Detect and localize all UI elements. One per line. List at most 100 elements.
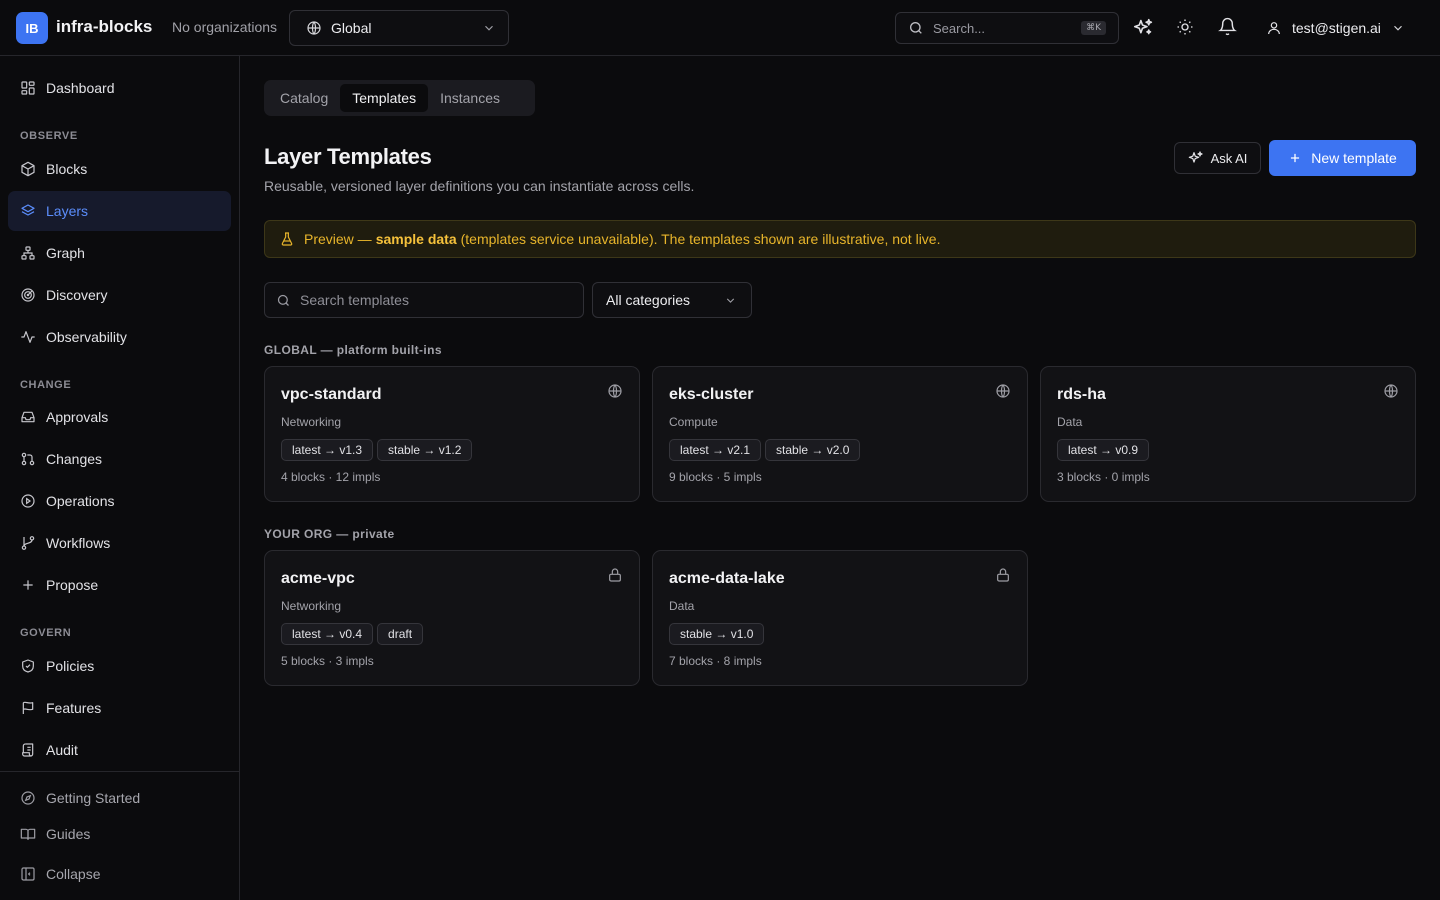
book-open-icon — [20, 826, 36, 842]
tab-templates[interactable]: Templates — [340, 84, 429, 112]
sidebar-item-policies[interactable]: Policies — [8, 646, 231, 686]
sidebar-item-discovery[interactable]: Discovery — [8, 275, 231, 315]
compass-icon — [20, 790, 36, 806]
group-label-global: GLOBAL — platform built-ins — [264, 343, 442, 357]
ask-ai-button[interactable]: Ask AI — [1174, 142, 1261, 174]
bell-icon[interactable] — [1218, 17, 1238, 37]
version-pill: stable → v1.2 — [377, 439, 473, 461]
template-card[interactable]: acme-vpc Networking latest → v0.4 draft … — [264, 550, 640, 686]
chevron-down-icon — [482, 21, 496, 35]
cube-icon — [20, 161, 36, 177]
template-search-input[interactable]: Search templates — [264, 282, 584, 318]
sidebar-item-getting-started[interactable]: Getting Started — [8, 780, 231, 816]
sidebar-item-layers[interactable]: Layers — [8, 191, 231, 231]
theme-sun-icon[interactable] — [1176, 18, 1196, 38]
banner-strong: sample data — [375, 231, 457, 247]
sidebar-item-graph[interactable]: Graph — [8, 233, 231, 273]
version-pills: stable → v1.0 — [669, 623, 765, 645]
sidebar-collapse-button[interactable]: Collapse — [8, 856, 231, 892]
flask-icon — [279, 231, 304, 247]
version-pill: latest → v0.4 — [281, 623, 374, 645]
template-category: Data — [669, 599, 695, 613]
version-pill: stable → v2.0 — [765, 439, 861, 461]
chevron-down-icon — [1391, 21, 1405, 35]
category-select[interactable]: All categories — [592, 282, 752, 318]
tab-instances[interactable]: Instances — [428, 84, 512, 112]
panel-left-icon — [20, 866, 36, 882]
sidebar-item-guides[interactable]: Guides — [8, 816, 231, 852]
search-icon — [908, 20, 924, 36]
new-template-button[interactable]: New template — [1269, 140, 1416, 176]
ai-sparkles-icon[interactable] — [1133, 17, 1153, 37]
sidebar-item-operations[interactable]: Operations — [8, 481, 231, 521]
template-name: acme-vpc — [281, 570, 355, 587]
layers-icon — [20, 203, 36, 219]
sidebar-item-dashboard[interactable]: Dashboard — [8, 68, 231, 108]
scope-select[interactable]: Global — [289, 10, 509, 46]
template-meta: 4 blocks · 12 impls — [281, 470, 381, 484]
sidebar-item-label: Dashboard — [46, 80, 115, 96]
scope-value: Global — [331, 20, 372, 36]
org-status: No organizations — [172, 19, 278, 35]
template-card[interactable]: eks-cluster Compute latest → v2.1 stable… — [652, 366, 1028, 502]
template-meta: 9 blocks · 5 impls — [669, 470, 762, 484]
sidebar-item-features[interactable]: Features — [8, 688, 231, 728]
sidebar-item-changes[interactable]: Changes — [8, 439, 231, 479]
new-template-label: New template — [1311, 150, 1397, 166]
flag-icon — [20, 700, 36, 716]
radar-icon — [20, 287, 36, 303]
search-shortcut: ⌘K — [1081, 21, 1106, 35]
search-icon — [276, 293, 300, 308]
global-search-input[interactable]: Search... ⌘K — [895, 12, 1119, 44]
sidebar-item-label: Layers — [46, 203, 89, 219]
sidebar-item-label: Guides — [46, 826, 91, 842]
sidebar-item-blocks[interactable]: Blocks — [8, 149, 231, 189]
sidebar-item-audit[interactable]: Audit — [8, 730, 231, 770]
preview-banner: Preview — sample data (templates service… — [264, 220, 1416, 258]
view-tabs: Catalog Templates Instances — [264, 80, 535, 116]
template-meta: 7 blocks · 8 impls — [669, 654, 762, 668]
globe-icon — [306, 20, 322, 36]
section-label-observe: OBSERVE — [20, 130, 78, 142]
lock-icon — [607, 567, 623, 583]
inbox-icon — [20, 409, 36, 425]
banner-suffix: (templates service unavailable). The tem… — [460, 231, 941, 247]
logo-badge[interactable]: IB — [16, 12, 48, 44]
git-pull-request-icon — [20, 451, 36, 467]
version-pills: latest → v1.3 stable → v1.2 — [281, 439, 473, 461]
sidebar-item-label: Approvals — [46, 409, 109, 425]
sidebar-item-propose[interactable]: Propose — [8, 565, 231, 605]
template-card[interactable]: rds-ha Data latest → v0.9 3 blocks · 0 i… — [1040, 366, 1416, 502]
template-card[interactable]: vpc-standard Networking latest → v1.3 st… — [264, 366, 640, 502]
sidebar-item-label: Propose — [46, 577, 99, 593]
app-name[interactable]: infra-blocks — [56, 17, 152, 37]
sidebar-item-approvals[interactable]: Approvals — [8, 397, 231, 437]
user-email: test@stigen.ai — [1292, 20, 1381, 36]
sidebar-item-observability[interactable]: Observability — [8, 317, 231, 357]
sidebar-item-workflows[interactable]: Workflows — [8, 523, 231, 563]
sidebar-item-label: Audit — [46, 742, 78, 758]
sparkles-icon — [1188, 150, 1211, 166]
search-placeholder: Search... — [933, 20, 986, 36]
template-search-placeholder: Search templates — [300, 292, 409, 308]
ask-ai-label: Ask AI — [1210, 150, 1248, 166]
plus-icon — [1288, 151, 1311, 165]
section-label-change: CHANGE — [20, 379, 72, 391]
play-circle-icon — [20, 493, 36, 509]
sidebar-item-label: Workflows — [46, 535, 111, 551]
sidebar-item-label: Discovery — [46, 287, 108, 303]
template-card[interactable]: acme-data-lake Data stable → v1.0 7 bloc… — [652, 550, 1028, 686]
template-category: Networking — [281, 599, 342, 613]
tab-catalog[interactable]: Catalog — [268, 84, 340, 112]
template-meta: 3 blocks · 0 impls — [1057, 470, 1150, 484]
sidebar-footer: Getting Started Guides Collapse — [0, 771, 239, 900]
plus-icon — [20, 577, 36, 593]
sidebar-item-label: Features — [46, 700, 102, 716]
version-pill: latest → v1.3 — [281, 439, 374, 461]
sidebar-item-label: Operations — [46, 493, 115, 509]
template-category: Compute — [669, 415, 718, 429]
sidebar-item-label: Graph — [46, 245, 85, 261]
user-menu[interactable]: test@stigen.ai — [1266, 16, 1405, 40]
template-name: vpc-standard — [281, 386, 382, 403]
template-meta: 5 blocks · 3 impls — [281, 654, 374, 668]
